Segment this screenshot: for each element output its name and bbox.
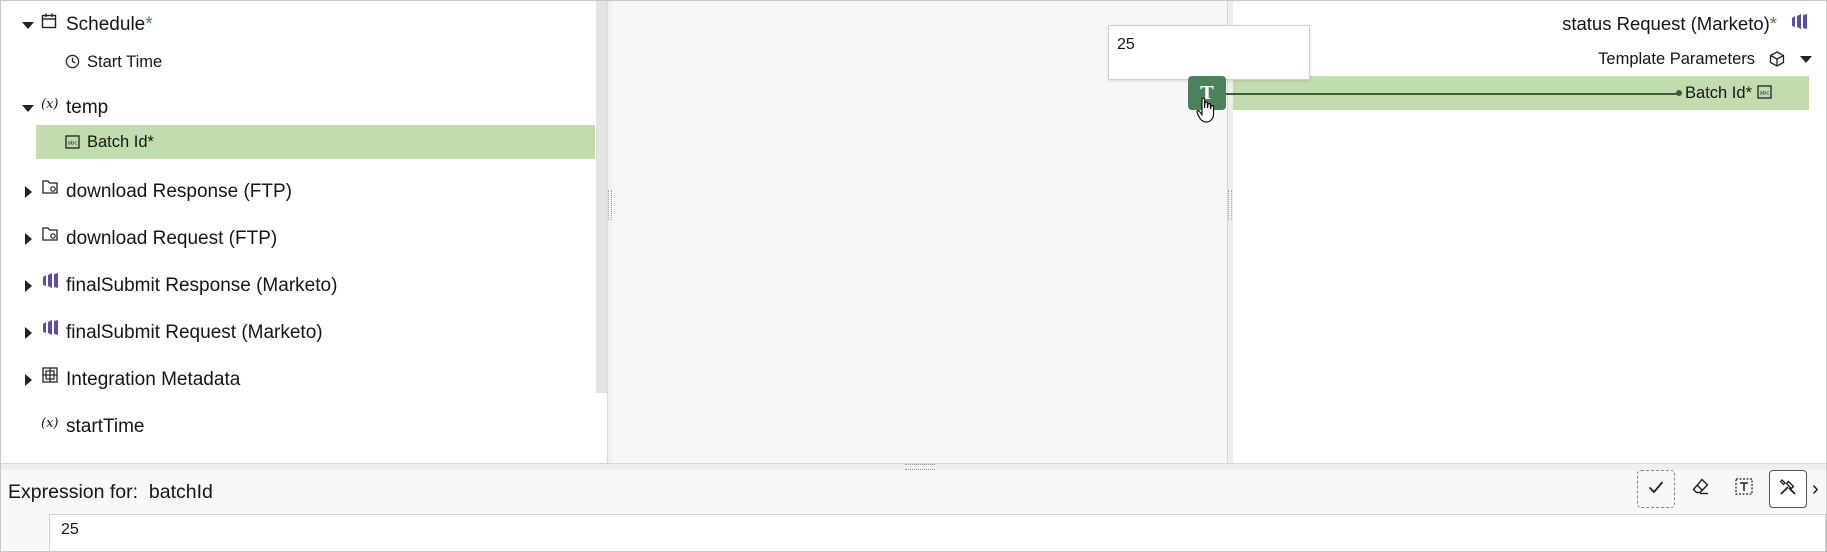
required-mark: *: [145, 14, 153, 35]
svg-text:abc: abc: [68, 141, 78, 147]
tree-item-label: download Response (FTP): [66, 181, 292, 202]
expand-caret-icon[interactable]: [22, 22, 34, 29]
ftp-folder-icon: [42, 226, 59, 242]
hand-cursor-icon: [1196, 97, 1216, 128]
tree-item-label: finalSubmit Response (Marketo): [66, 275, 338, 296]
svg-text:abc: abc: [1760, 91, 1770, 97]
developer-tools-button[interactable]: [1769, 470, 1807, 508]
expression-label: Expression for:: [8, 481, 139, 503]
tooltip-value: 25: [1117, 36, 1135, 53]
expand-caret-icon[interactable]: [25, 186, 32, 198]
target-tree: status Request (Marketo)* Template Param…: [1233, 1, 1825, 463]
tree-item-download-request[interactable]: download Request (FTP): [1, 222, 595, 256]
splitter-grip: [1228, 190, 1232, 220]
string-field-icon: abc: [1757, 85, 1772, 104]
mapping-line[interactable]: [1226, 93, 1678, 95]
expand-caret-icon[interactable]: [22, 105, 34, 112]
tree-item-starttime[interactable]: (x) startTime: [1, 410, 595, 444]
tree-item-label: startTime: [66, 416, 145, 437]
template-parameters-label[interactable]: Template Parameters: [1598, 50, 1755, 69]
value-tooltip: 25: [1108, 25, 1310, 80]
variable-icon: (x): [41, 97, 59, 112]
clear-button[interactable]: [1681, 470, 1719, 508]
collapse-panel-icon[interactable]: ›: [1812, 478, 1819, 501]
tree-item-finalsubmit-response[interactable]: finalSubmit Response (Marketo): [1, 269, 595, 303]
eraser-icon: [1692, 478, 1709, 500]
tree-item-temp[interactable]: (x) temp: [1, 91, 595, 125]
source-tree: Schedule* Start Time (x) temp abc Batch …: [1, 1, 595, 463]
tree-item-integration-metadata[interactable]: Integration Metadata: [1, 363, 595, 397]
mapping-endpoint: [1676, 90, 1682, 96]
expand-caret-icon[interactable]: [1800, 56, 1812, 63]
required-mark: *: [1769, 13, 1777, 34]
tree-item-batch-id[interactable]: abc Batch Id*: [36, 125, 595, 159]
expression-target: batchId: [148, 481, 213, 503]
tree-item-label: Batch Id: [87, 132, 148, 151]
tree-item-start-time[interactable]: Start Time: [1, 45, 595, 79]
expression-value: 25: [61, 521, 79, 538]
tree-item-label: Integration Metadata: [66, 369, 241, 390]
variable-icon: (x): [41, 416, 59, 431]
expand-caret-icon[interactable]: [25, 233, 32, 245]
ftp-folder-icon: [42, 179, 59, 195]
tree-item-download-response[interactable]: download Response (FTP): [1, 175, 595, 209]
text-literal-button[interactable]: [1725, 470, 1763, 508]
target-field-label: Batch Id: [1685, 84, 1746, 102]
text-literal-icon: [1735, 478, 1753, 500]
tree-item-finalsubmit-request[interactable]: finalSubmit Request (Marketo): [1, 316, 595, 350]
validate-button[interactable]: [1637, 470, 1675, 508]
tree-item-schedule[interactable]: Schedule*: [1, 8, 595, 42]
tree-item-label: temp: [66, 97, 109, 118]
tools-icon: [1779, 478, 1797, 501]
tree-item-label: download Request (FTP): [66, 228, 278, 249]
expand-caret-icon[interactable]: [25, 374, 32, 386]
required-mark: *: [1745, 84, 1752, 102]
string-field-icon: abc: [65, 135, 80, 149]
metadata-icon: [42, 367, 58, 383]
required-mark: *: [147, 132, 154, 151]
calendar-icon: [41, 13, 57, 29]
cube-icon: [1769, 51, 1785, 72]
expand-caret-icon[interactable]: [25, 280, 32, 292]
marketo-icon: [42, 320, 59, 335]
target-title: status Request (Marketo): [1562, 13, 1770, 34]
expression-input[interactable]: 25: [49, 514, 1826, 551]
marketo-icon: [1791, 14, 1808, 34]
tree-item-label: Start Time: [87, 52, 163, 71]
tree-item-label: Schedule: [66, 14, 146, 35]
clock-icon: [65, 54, 80, 69]
marketo-icon: [42, 273, 59, 288]
expand-caret-icon[interactable]: [25, 327, 32, 339]
source-tree-scrollbar[interactable]: [596, 1, 607, 393]
tree-item-label: finalSubmit Request (Marketo): [66, 322, 323, 343]
check-icon: [1648, 480, 1664, 499]
